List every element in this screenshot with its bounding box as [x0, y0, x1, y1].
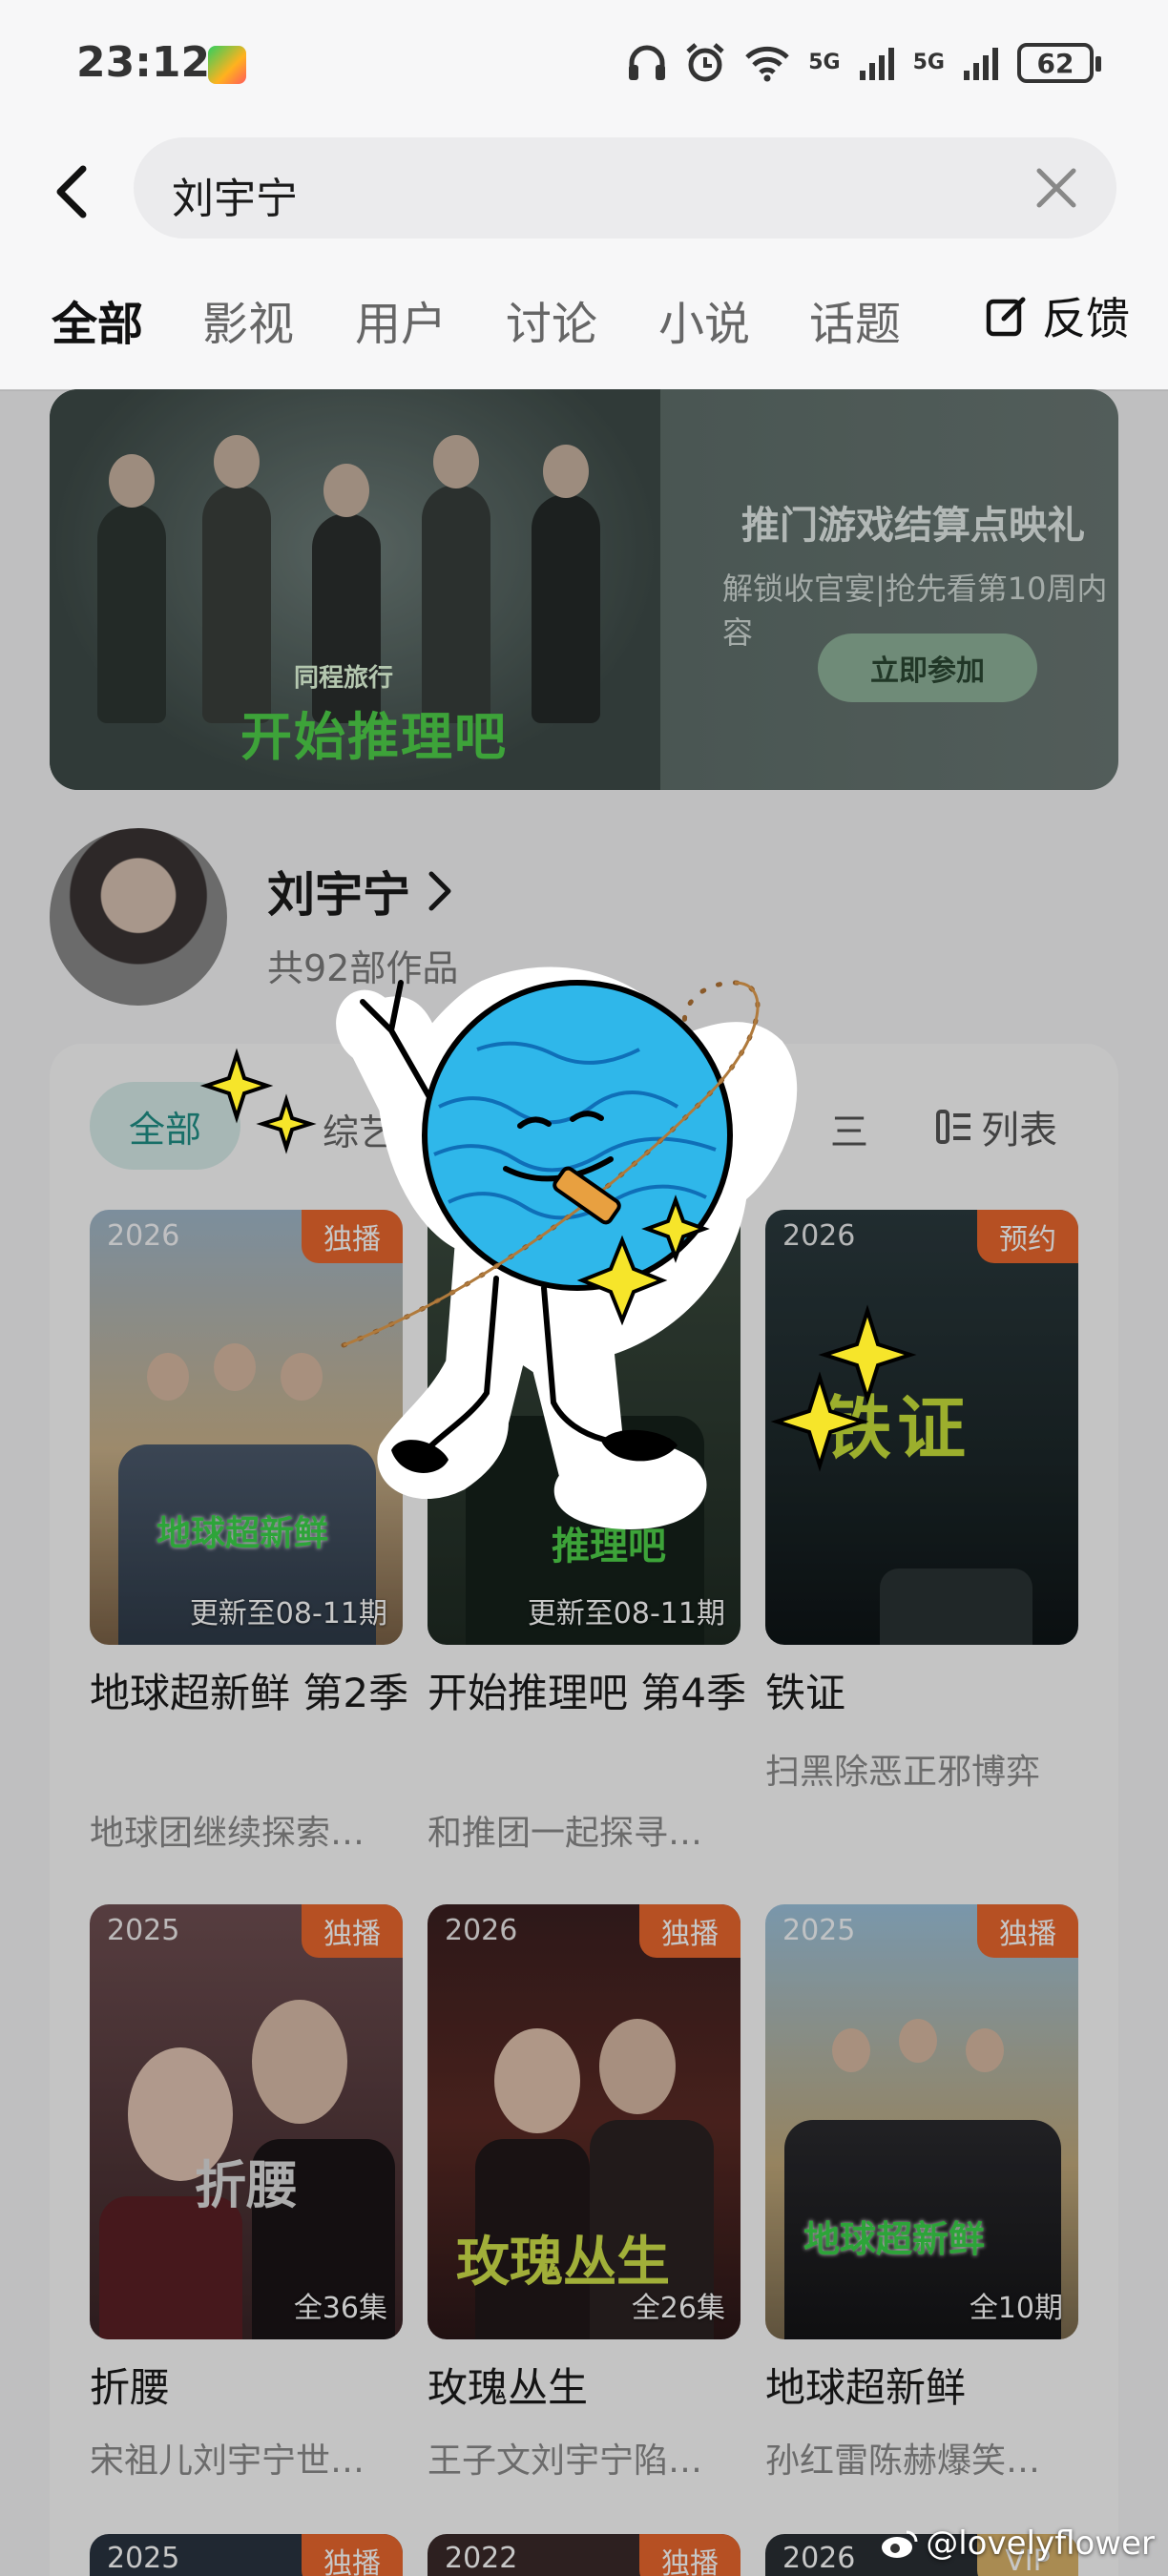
poster-year: 2022 — [445, 2542, 518, 2575]
list-view-icon — [936, 1110, 970, 1144]
wifi-icon — [745, 46, 789, 82]
item-subtitle: 宋祖儿刘宇宁世… — [90, 2441, 365, 2481]
banner-figure — [422, 435, 490, 723]
signal-icon-2 — [964, 48, 998, 80]
tab-film[interactable]: 影视 — [202, 286, 294, 353]
search-query: 刘宇宁 — [172, 175, 298, 223]
feedback-button[interactable]: 反馈 — [985, 284, 1130, 347]
poster-year: 2026 — [782, 2542, 856, 2575]
poster-tag: 预约 — [977, 1210, 1078, 1263]
banner-sponsor: 同程旅行 — [294, 664, 394, 693]
list-view-toggle[interactable]: 列表 — [935, 1099, 1057, 1154]
signal-label-1: 5G — [808, 51, 841, 74]
close-icon — [1036, 168, 1076, 208]
banner-title: 推门游戏结算点映礼 — [741, 504, 1085, 548]
person-link[interactable]: 刘宇宁 — [267, 857, 452, 925]
tab-users[interactable]: 用户 — [355, 286, 447, 353]
item-title[interactable]: 开始推理吧 第4季 — [428, 1662, 752, 1725]
item-subtitle: 和推团一起探寻… — [428, 1814, 703, 1853]
poster-year: 2025 — [107, 2542, 180, 2575]
poster-tag: 独播 — [977, 1904, 1078, 1958]
list-view-label: 列表 — [981, 1109, 1057, 1153]
battery-level: 62 — [1036, 47, 1074, 79]
poster-episodes: 全26集 — [631, 2292, 725, 2325]
item-subtitle: 地球团继续探索… — [90, 1814, 365, 1853]
banner-figure — [202, 435, 271, 723]
back-button[interactable] — [38, 158, 105, 225]
search-bar-row: 刘宇宁 — [0, 134, 1168, 248]
tab-discussion[interactable]: 讨论 — [506, 286, 597, 353]
feedback-label: 反馈 — [1042, 293, 1130, 344]
join-button[interactable]: 立即参加 — [818, 634, 1037, 702]
poster-year: 2026 — [107, 1219, 180, 1253]
poster-art-text: 地球超新鲜 — [156, 1514, 329, 1553]
signal-label-2: 5G — [912, 51, 945, 74]
item-title[interactable]: 地球超新鲜 第2季 — [90, 1662, 414, 1725]
item-title[interactable]: 地球超新鲜 — [765, 2357, 1090, 2420]
poster-tag: 独播 — [302, 1904, 403, 1958]
item-title[interactable]: 铁证 — [765, 1662, 1090, 1725]
poster-year: 2025 — [782, 1914, 856, 1947]
poster-episodes: 全10期 — [969, 2292, 1063, 2325]
item-subtitle: 王子文刘宇宁陷… — [428, 2441, 703, 2481]
poster[interactable]: 2022 独播 — [428, 2534, 740, 2576]
sparkle-icon — [770, 1304, 917, 1472]
banner-figure — [532, 445, 600, 723]
signal-icon — [859, 48, 894, 80]
chevron-left-icon — [56, 165, 87, 218]
chevron-right-icon — [428, 871, 451, 911]
status-icons: 5G 5G 62 — [627, 42, 1101, 84]
poster[interactable]: 玫瑰丛生 2026 独播 全26集 — [428, 1904, 740, 2339]
promo-banner[interactable]: 同程旅行 开始推理吧 推门游戏结算点映礼 解锁收官宴|抢先看第10周内容 立即参… — [50, 389, 1118, 790]
category-tabs: 全部 影视 用户 讨论 小说 话题 反馈 — [0, 248, 1168, 391]
banner-artwork: 同程旅行 开始推理吧 — [50, 389, 660, 790]
poster-tag: 独播 — [302, 2534, 403, 2576]
item-subtitle: 孙红雷陈赫爆笑… — [765, 2441, 1041, 2481]
poster-tag: 独播 — [639, 1904, 740, 1958]
watermark: @lovelyflower — [880, 2524, 1155, 2563]
battery-icon: 62 — [1017, 43, 1101, 83]
poster-tag: 独播 — [639, 2534, 740, 2576]
tab-topic[interactable]: 话题 — [809, 286, 901, 353]
poster-year: 2025 — [107, 1914, 180, 1947]
banner-logo-text: 开始推理吧 — [240, 707, 508, 767]
headphones-icon — [629, 45, 666, 80]
clear-search-button[interactable] — [1031, 162, 1082, 214]
poster[interactable]: 折腰 2025 独播 全36集 — [90, 1904, 403, 2339]
status-time: 23:12 — [76, 38, 211, 87]
planet-sticker-icon — [336, 966, 798, 1529]
item-title[interactable]: 玫瑰丛生 — [428, 2357, 752, 2420]
watermark-text: @lovelyflower — [926, 2524, 1155, 2563]
item-subtitle: 扫黑除恶正邪博弈 — [765, 1753, 1041, 1792]
status-bar: 23:12 5G 5G 62 — [0, 0, 1168, 134]
poster[interactable]: 2025 独播 — [90, 2534, 403, 2576]
tab-all[interactable]: 全部 — [52, 286, 143, 353]
item-title[interactable]: 折腰 — [90, 2357, 414, 2420]
poster-art-text: 折腰 — [195, 2154, 298, 2215]
poster[interactable]: 地球超新鲜 2025 独播 全10期 — [765, 1904, 1078, 2339]
alarm-icon — [686, 43, 724, 82]
avatar[interactable] — [50, 828, 227, 1006]
sparkle-icon — [199, 1048, 317, 1154]
banner-figure — [97, 454, 166, 723]
person-name: 刘宇宁 — [267, 867, 410, 923]
app-badge-icon — [208, 46, 246, 84]
poster-art-text: 地球超新鲜 — [803, 2218, 986, 2260]
poster-episodes: 全36集 — [293, 2292, 387, 2325]
poster-year: 2026 — [445, 1914, 518, 1947]
edit-icon — [986, 297, 1026, 337]
weibo-icon — [882, 2530, 918, 2558]
tab-novel[interactable]: 小说 — [658, 286, 750, 353]
search-input[interactable]: 刘宇宁 — [134, 137, 1116, 239]
